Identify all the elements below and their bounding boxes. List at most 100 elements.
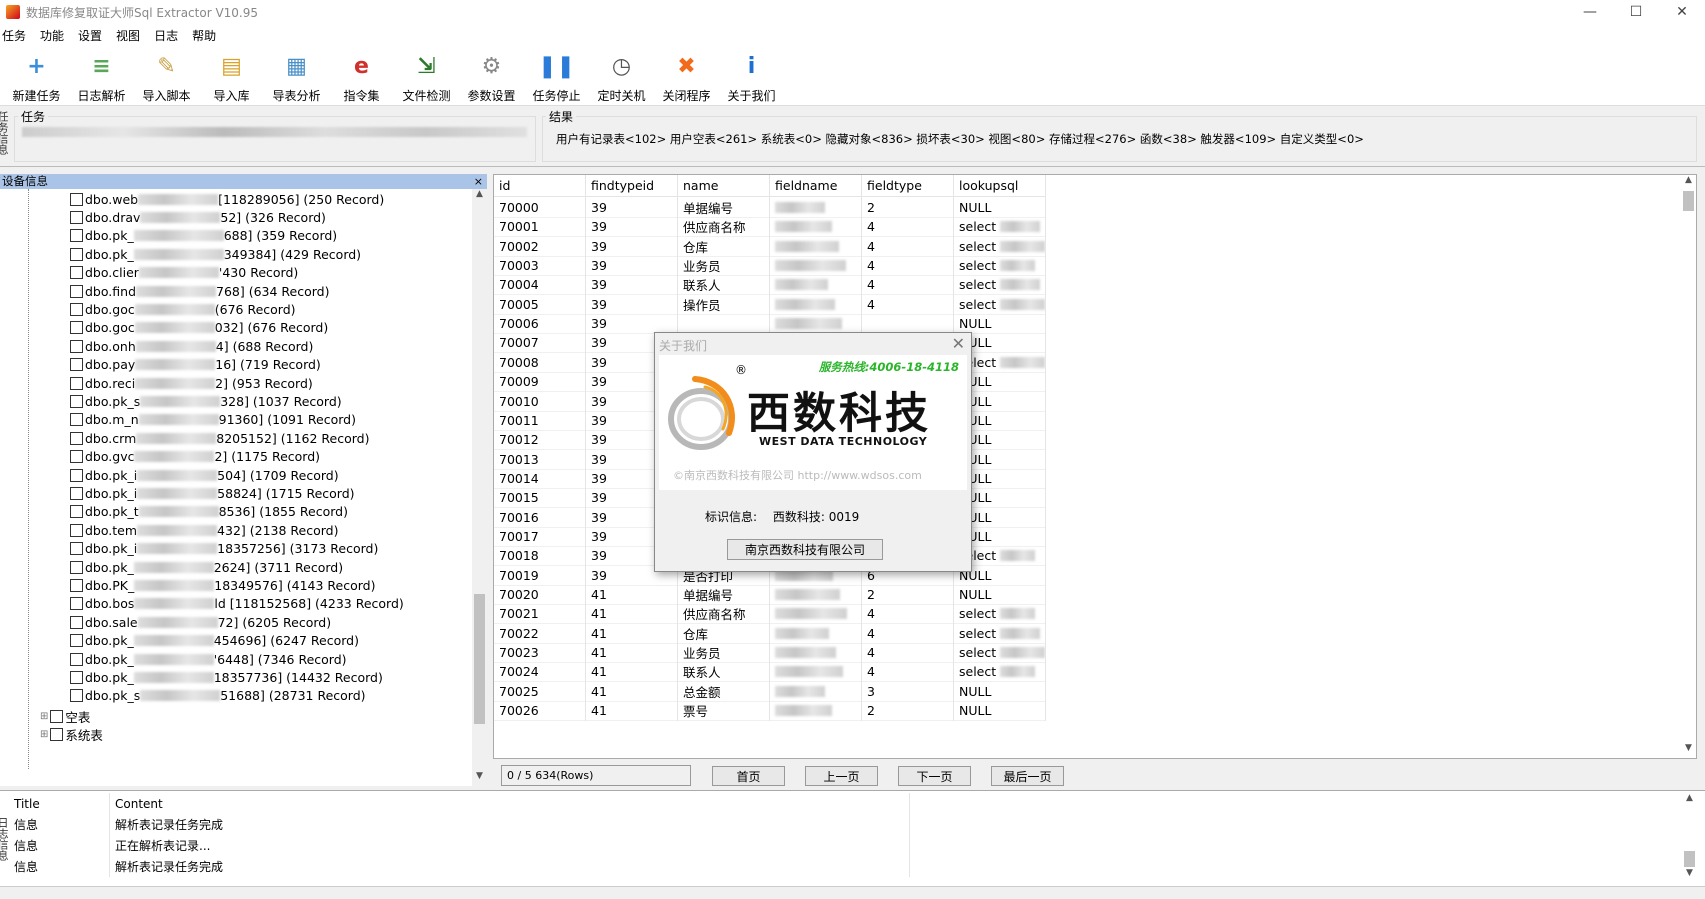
tree-table-item[interactable]: dbo.web [118289056] (250 Record)	[70, 189, 384, 209]
maximize-button[interactable]: ☐	[1613, 0, 1659, 24]
last-page-button[interactable]: 最后一页	[991, 766, 1064, 786]
menu-help[interactable]: 帮助	[192, 27, 216, 44]
tree-table-item[interactable]: dbo.sale 72] (6205 Record)	[70, 612, 331, 632]
tree-table-item[interactable]: dbo.pk_ 2624] (3711 Record)	[70, 557, 343, 577]
tree-table-item[interactable]: dbo.pk_ '6448] (7346 Record)	[70, 649, 347, 669]
column-header[interactable]: findtypeid	[586, 175, 678, 196]
tree-table-item[interactable]: dbo.reci 2] (953 Record)	[70, 373, 313, 393]
tree-scrollbar[interactable]: ▲ ▼	[472, 189, 487, 786]
tree-checkbox[interactable]	[70, 284, 83, 298]
tree-table-item[interactable]: dbo.gvc 2] (1175 Record)	[70, 447, 320, 467]
toolbar-button-1[interactable]: ≡ 日志解析	[69, 46, 134, 106]
table-row[interactable]: 70020 41 单据编号 2 NULL	[494, 584, 1046, 605]
first-page-button[interactable]: 首页	[712, 766, 785, 786]
column-header[interactable]: fieldname	[770, 175, 862, 196]
table-row[interactable]: 70024 41 联系人 4 select	[494, 661, 1046, 683]
tree-checkbox[interactable]	[70, 431, 83, 445]
tree-table-item[interactable]: dbo.pay 16] (719 Record)	[70, 355, 321, 375]
tree-table-item[interactable]: dbo.find 768] (634 Record)	[70, 281, 330, 301]
toolbar-button-11[interactable]: i 关于我们	[719, 46, 784, 106]
tree-table-item[interactable]: dbo.bos ld [118152568] (4233 Record)	[70, 594, 404, 614]
toolbar-button-6[interactable]: ⇲ 文件检测	[394, 46, 459, 106]
log-row[interactable]: 信息 解析表记录任务完成	[10, 814, 910, 835]
tree-checkbox[interactable]	[70, 266, 83, 280]
next-page-button[interactable]: 下一页	[898, 766, 971, 786]
tree-table-item[interactable]: dbo.pk_ 18357736] (14432 Record)	[70, 667, 383, 687]
table-row[interactable]: 70006 39 NULL	[494, 313, 1046, 335]
close-window-button[interactable]: ✕	[1659, 0, 1705, 24]
scroll-down-icon[interactable]: ▼	[472, 771, 487, 786]
toolbar-button-9[interactable]: ◷ 定时关机	[589, 46, 654, 106]
tree-checkbox[interactable]	[50, 709, 64, 723]
toolbar-button-0[interactable]: + 新建任务	[4, 46, 69, 106]
menu-task[interactable]: 任务	[2, 27, 26, 44]
table-row[interactable]: 70004 39 联系人 4 select	[494, 274, 1046, 296]
tree-checkbox[interactable]	[70, 302, 83, 316]
tree-table-item[interactable]: dbo.clier '430 Record)	[70, 263, 298, 283]
menu-settings[interactable]: 设置	[78, 27, 102, 44]
tree-table-item[interactable]: dbo.m_n 91360] (1091 Record)	[70, 410, 356, 430]
toolbar-button-5[interactable]: e 指令集	[329, 46, 394, 106]
tree-checkbox[interactable]	[70, 578, 83, 592]
table-row[interactable]: 70003 39 业务员 4 select	[494, 255, 1046, 277]
tree-table-item[interactable]: dbo.pk_s 51688] (28731 Record)	[70, 686, 366, 706]
expand-icon[interactable]: ⊞	[40, 729, 48, 740]
column-header[interactable]: id	[494, 175, 586, 196]
grid-scroll-down-icon[interactable]: ▼	[1681, 743, 1696, 758]
tree-group-empty[interactable]: ⊞ 空表	[40, 706, 90, 726]
column-header[interactable]: name	[678, 175, 770, 196]
menu-function[interactable]: 功能	[40, 27, 64, 44]
device-panel-close-icon[interactable]: ×	[474, 174, 483, 189]
menu-view[interactable]: 视图	[116, 27, 140, 44]
tree-table-item[interactable]: dbo.crm 8205152] (1162 Record)	[70, 428, 370, 448]
tree-table-item[interactable]: dbo.pk_ 349384] (429 Record)	[70, 244, 361, 264]
tree-checkbox[interactable]	[70, 468, 83, 482]
log-scroll-thumb[interactable]	[1684, 851, 1695, 867]
tree-table-item[interactable]: dbo.PK_ 18349576] (4143 Record)	[70, 575, 375, 595]
tree-checkbox[interactable]	[70, 486, 83, 500]
tree-checkbox[interactable]	[70, 652, 83, 666]
table-row[interactable]: 70026 41 票号 2 NULL	[494, 700, 1046, 722]
table-row[interactable]: 70021 41 供应商名称 4 select	[494, 603, 1046, 625]
table-row[interactable]: 70001 39 供应商名称 4 select	[494, 216, 1046, 238]
expand-icon[interactable]: ⊞	[40, 711, 48, 722]
tree-table-item[interactable]: dbo.drav 52] (326 Record)	[70, 207, 326, 227]
tree-table-item[interactable]: dbo.pk_s 328] (1037 Record)	[70, 391, 342, 411]
tree-table-item[interactable]: dbo.pk_ 454696] (6247 Record)	[70, 631, 359, 651]
tree-checkbox[interactable]	[70, 597, 83, 611]
tree-checkbox[interactable]	[50, 727, 64, 741]
table-row[interactable]: 70005 39 操作员 4 select	[494, 293, 1046, 315]
tree-table-item[interactable]: dbo.onh 4] (688 Record)	[70, 336, 313, 356]
tree-checkbox[interactable]	[70, 376, 83, 390]
tree-checkbox[interactable]	[70, 192, 83, 206]
tree-checkbox[interactable]	[70, 210, 83, 224]
tree-group-system[interactable]: ⊞ 系统表	[40, 724, 103, 744]
table-row[interactable]: 70000 39 单据编号 2 NULL	[494, 197, 1046, 218]
tree-checkbox[interactable]	[70, 229, 83, 243]
tree-table-item[interactable]: dbo.pk_i 58824] (1715 Record)	[70, 483, 355, 503]
grid-scroll-thumb[interactable]	[1683, 191, 1694, 211]
table-row[interactable]: 70002 39 仓库 4 select	[494, 235, 1046, 257]
table-row[interactable]: 70022 41 仓库 4 select	[494, 622, 1046, 644]
scroll-up-icon[interactable]: ▲	[472, 189, 487, 204]
table-row[interactable]: 70025 41 总金额 3 NULL	[494, 680, 1046, 702]
tree-table-item[interactable]: dbo.pk_i 504] (1709 Record)	[70, 465, 339, 485]
menu-log[interactable]: 日志	[154, 27, 178, 44]
company-button[interactable]: 南京西数科技有限公司	[727, 539, 883, 560]
tree-table-item[interactable]: dbo.pk_ 688] (359 Record)	[70, 226, 337, 246]
toolbar-button-3[interactable]: ▤ 导入库	[199, 46, 264, 106]
tree-checkbox[interactable]	[70, 339, 83, 353]
tree-checkbox[interactable]	[70, 358, 83, 372]
log-scroll-up-icon[interactable]: ▲	[1682, 793, 1697, 808]
tree-checkbox[interactable]	[70, 450, 83, 464]
grid-scrollbar[interactable]: ▲ ▼	[1681, 175, 1696, 758]
tree-checkbox[interactable]	[70, 560, 83, 574]
tree-table-item[interactable]: dbo.tem 432] (2138 Record)	[70, 520, 338, 540]
tree-checkbox[interactable]	[70, 689, 83, 703]
log-scrollbar[interactable]: ▲ ▼	[1682, 793, 1697, 883]
tree-checkbox[interactable]	[70, 394, 83, 408]
table-row[interactable]: 70023 41 业务员 4 select	[494, 642, 1046, 664]
tree-checkbox[interactable]	[70, 413, 83, 427]
tree-table-item[interactable]: dbo.pk_t 8536] (1855 Record)	[70, 502, 348, 522]
tree-checkbox[interactable]	[70, 634, 83, 648]
